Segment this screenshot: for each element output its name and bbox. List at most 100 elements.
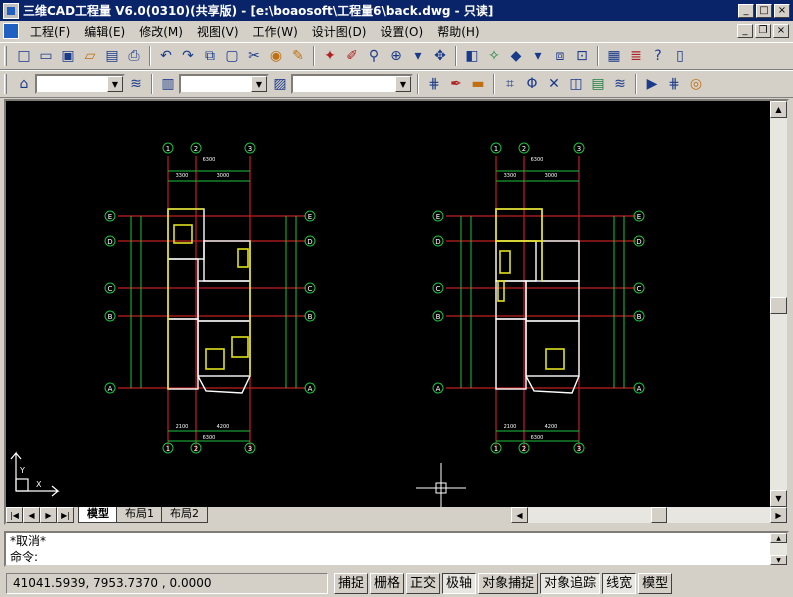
menu-item-design[interactable]: 设计图(D) [305, 23, 374, 40]
play-icon[interactable]: ▶ [641, 73, 663, 95]
last-tab-button[interactable]: ▶| [57, 507, 74, 523]
print-icon[interactable]: ⎙ [123, 45, 145, 67]
maximize-button[interactable]: □ [756, 3, 772, 18]
first-tab-button[interactable]: |◀ [6, 507, 23, 523]
command-prompt[interactable]: 命令: [6, 549, 787, 565]
paste-icon[interactable]: ▢ [221, 45, 243, 67]
erase-icon[interactable]: ✐ [341, 45, 363, 67]
layer-combo[interactable]: ▼ [35, 74, 125, 94]
save-icon[interactable]: ▣ [57, 45, 79, 67]
vertical-scrollbar[interactable]: ▲ ▼ [770, 101, 787, 507]
status-toggle-model[interactable]: 模型 [638, 573, 673, 594]
ruler-icon[interactable]: ▬ [467, 73, 489, 95]
zoom-window-icon[interactable]: ⊕ [385, 45, 407, 67]
3d-view-icon[interactable]: ◧ [461, 45, 483, 67]
properties-icon[interactable]: ▨ [269, 73, 291, 95]
copy-icon[interactable]: ⧉ [199, 45, 221, 67]
grid-settings-icon[interactable]: ⋕ [663, 73, 685, 95]
menu-item-view[interactable]: 视图(V) [190, 23, 246, 40]
report-icon[interactable]: ◎ [685, 73, 707, 95]
horizontal-scrollbar[interactable]: ◀ ▶ [511, 507, 787, 523]
doc-minimize-button[interactable]: _ [737, 24, 753, 38]
open-file-icon[interactable]: ▭ [35, 45, 57, 67]
axis-grid-icon[interactable]: ⋕ [423, 73, 445, 95]
chevron-down-icon[interactable]: ▼ [251, 76, 267, 92]
redo-icon[interactable]: ↷ [177, 45, 199, 67]
window-icon[interactable]: ⧈ [549, 45, 571, 67]
chevron-down-icon[interactable]: ▼ [107, 76, 123, 92]
beam-icon[interactable]: Φ [521, 73, 543, 95]
scroll-right-button[interactable]: ▶ [770, 507, 787, 523]
component-icon[interactable]: ▥ [157, 73, 179, 95]
scroll-down-button[interactable]: ▼ [770, 555, 787, 565]
scroll-up-button[interactable]: ▲ [770, 533, 787, 543]
status-toggle-polar[interactable]: 极轴 [442, 573, 477, 594]
toolbar-grip[interactable] [4, 74, 7, 94]
tab-model[interactable]: 模型 [78, 507, 118, 523]
cut-icon[interactable]: ✂ [243, 45, 265, 67]
status-toggle-snap[interactable]: 捕捉 [334, 573, 369, 594]
box-view-icon[interactable]: ◆ [505, 45, 527, 67]
cross-icon[interactable]: ✕ [543, 73, 565, 95]
close-button[interactable]: × [774, 3, 790, 18]
open-folder-icon[interactable]: ▱ [79, 45, 101, 67]
snap-icon[interactable]: ✦ [319, 45, 341, 67]
print-preview-icon[interactable]: ▤ [101, 45, 123, 67]
status-toggle-osnap[interactable]: 对象捕捉 [478, 573, 539, 594]
status-toggle-lineweight[interactable]: 线宽 [602, 573, 637, 594]
undo-icon[interactable]: ↶ [155, 45, 177, 67]
menu-item-edit[interactable]: 编辑(E) [77, 23, 132, 40]
doc-restore-button[interactable]: ❐ [755, 24, 771, 38]
prev-tab-button[interactable]: ◀ [23, 507, 40, 523]
scroll-up-button[interactable]: ▲ [770, 101, 787, 118]
menu-item-work[interactable]: 工作(W) [246, 23, 305, 40]
layers-icon[interactable]: ≣ [625, 45, 647, 67]
pencil-icon[interactable]: ✎ [287, 45, 309, 67]
menu-item-help[interactable]: 帮助(H) [430, 23, 486, 40]
toolbar-grip[interactable] [4, 46, 7, 66]
help-icon[interactable]: ? [647, 45, 669, 67]
brush-icon[interactable]: ✒ [445, 73, 467, 95]
status-toggle-ortho[interactable]: 正交 [406, 573, 441, 594]
stairs-icon[interactable]: ≋ [609, 73, 631, 95]
menu-item-modify[interactable]: 修改(M) [132, 23, 190, 40]
component-combo[interactable]: ▼ [179, 74, 269, 94]
orbit-icon[interactable]: ✧ [483, 45, 505, 67]
scroll-left-button[interactable]: ◀ [511, 507, 528, 523]
menu-item-project[interactable]: 工程(F) [23, 23, 77, 40]
status-toggle-otrack[interactable]: 对象追踪 [540, 573, 601, 594]
zoom-icon[interactable]: ⊡ [571, 45, 593, 67]
dim-text: 3300 [176, 173, 189, 179]
tab-layout1[interactable]: 布局1 [116, 507, 163, 523]
scroll-thumb[interactable] [770, 297, 787, 314]
model-space-canvas[interactable]: 1 2 3 1 2 3 E D C B A E D C B A 6300 330… [6, 101, 770, 507]
scroll-down-button[interactable]: ▼ [770, 490, 787, 507]
minimize-button[interactable]: _ [738, 3, 754, 18]
new-file-icon[interactable]: □ [13, 45, 35, 67]
h-scroll-thumb[interactable] [651, 507, 667, 523]
layer-manager-icon[interactable]: ≋ [125, 73, 147, 95]
menu-item-settings[interactable]: 设置(O) [373, 23, 430, 40]
match-props-icon[interactable]: ◉ [265, 45, 287, 67]
calculator-icon[interactable]: ▦ [603, 45, 625, 67]
zoom-extents-icon[interactable]: ▾ [407, 45, 429, 67]
tab-layout2[interactable]: 布局2 [161, 507, 208, 523]
style-combo[interactable]: ▼ [291, 74, 413, 94]
exit-icon[interactable]: ▯ [669, 45, 691, 67]
home-icon[interactable]: ⌂ [13, 73, 35, 95]
slab-icon[interactable]: ▤ [587, 73, 609, 95]
command-scrollbar[interactable]: ▲ ▼ [770, 533, 787, 565]
document-icon[interactable] [3, 23, 19, 39]
column-icon[interactable]: ⌗ [499, 73, 521, 95]
chevron-down-icon[interactable]: ▼ [395, 76, 411, 92]
status-toggle-grid[interactable]: 栅格 [370, 573, 405, 594]
app-icon[interactable] [3, 2, 19, 19]
wall-icon[interactable]: ◫ [565, 73, 587, 95]
zoom-realtime-icon[interactable]: ⚲ [363, 45, 385, 67]
pan-icon[interactable]: ✥ [429, 45, 451, 67]
axis-label: A [308, 385, 313, 393]
next-tab-button[interactable]: ▶ [40, 507, 57, 523]
command-window[interactable]: *取消* 命令: ▲ ▼ [4, 531, 789, 567]
render-icon[interactable]: ▾ [527, 45, 549, 67]
doc-close-button[interactable]: × [773, 24, 789, 38]
